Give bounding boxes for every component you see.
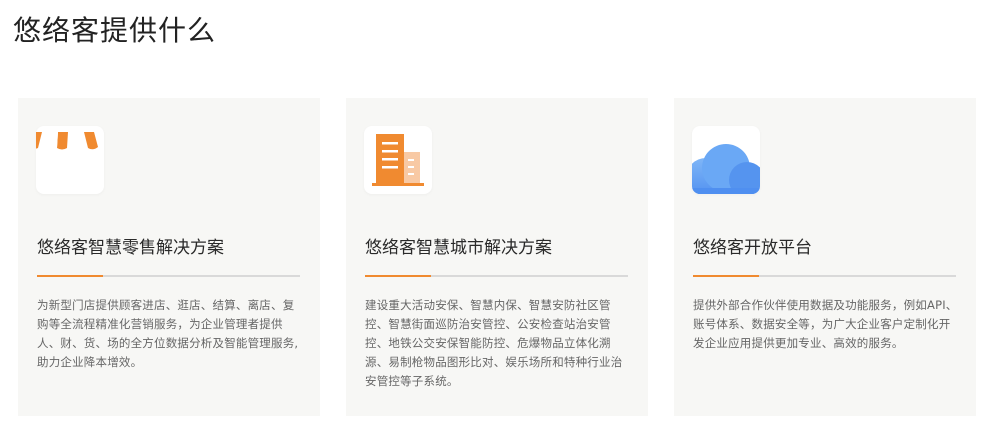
card-divider (37, 275, 300, 277)
card-title: 悠络客开放平台 (693, 238, 812, 258)
card-description: 提供外部合作伙伴使用数据及功能服务，例如API、账号体系、数据安全等，为广大企业… (693, 298, 958, 350)
card-description: 建设重大活动安保、智慧内保、智慧安防社区管控、智慧街面巡防治安管控、公安检查站治… (365, 298, 623, 388)
card-divider (365, 275, 628, 277)
card-smart-retail[interactable]: 悠络客智慧零售解决方案 为新型门店提供顾客进店、逛店、结算、离店、复购等全流程精… (18, 98, 320, 416)
card-smart-city[interactable]: 悠络客智慧城市解决方案 建设重大活动安保、智慧内保、智慧安防社区管控、智慧街面巡… (346, 98, 648, 416)
building-icon (364, 126, 432, 194)
divider-accent (365, 275, 431, 277)
card-title: 悠络客智慧零售解决方案 (37, 238, 224, 258)
cloud-icon (692, 126, 760, 194)
card-open-platform[interactable]: 悠络客开放平台 提供外部合作伙伴使用数据及功能服务，例如API、账号体系、数据安… (674, 98, 976, 416)
storefront-icon (36, 126, 104, 194)
divider-accent (37, 275, 103, 277)
card-description: 为新型门店提供顾客进店、逛店、结算、离店、复购等全流程精准化营销服务，为企业管理… (37, 298, 299, 369)
page-title: 悠络客提供什么 (13, 14, 217, 47)
divider-accent (693, 275, 759, 277)
card-title: 悠络客智慧城市解决方案 (365, 238, 552, 258)
card-divider (693, 275, 956, 277)
